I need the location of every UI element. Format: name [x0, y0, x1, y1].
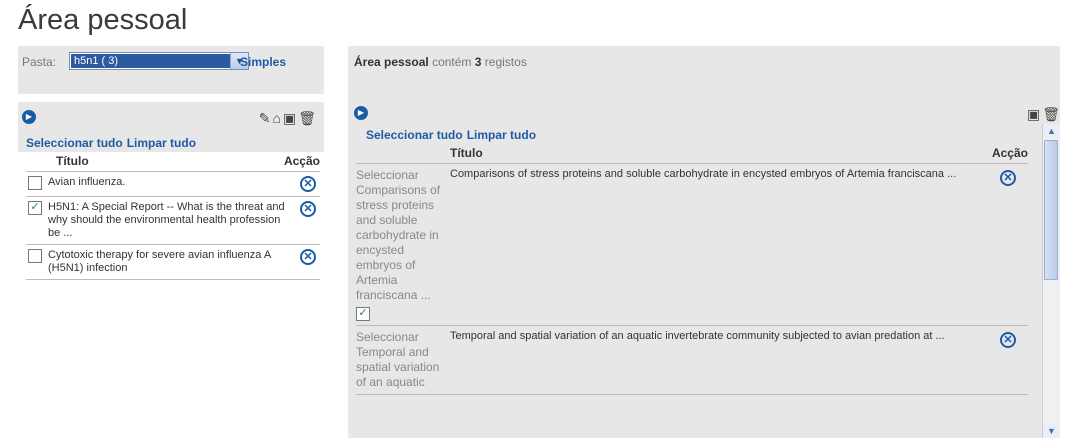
record-count: 3: [474, 55, 482, 69]
folder-select[interactable]: h5n1 ( 3) ▼: [69, 52, 249, 70]
selection-links: Seleccionar tudo Limpar tudo: [18, 132, 324, 152]
select-all-link[interactable]: Seleccionar tudo: [26, 136, 123, 150]
scroll-thumb[interactable]: [1044, 140, 1058, 280]
list-item: Avian influenza. ✕: [26, 172, 320, 197]
checkbox[interactable]: [28, 249, 42, 263]
simples-link[interactable]: Simples: [240, 55, 286, 69]
column-title: Título: [450, 146, 483, 160]
trash-icon[interactable]: 🗑: [1042, 106, 1062, 122]
folder-toolbar: Pasta: h5n1 ( 3) ▼ Simples: [18, 46, 324, 94]
remove-icon[interactable]: ✕: [1000, 170, 1016, 186]
page-title: Área pessoal: [18, 4, 188, 36]
checkbox[interactable]: [28, 176, 42, 190]
records-text: registos: [484, 55, 527, 69]
table-header: Título Acção: [356, 144, 1028, 164]
record-title[interactable]: Comparisons of stress proteins and solub…: [450, 168, 992, 321]
table-row: Seleccionar Temporal and spatial variati…: [356, 326, 1028, 395]
new-folder-icon[interactable]: ✎: [259, 110, 273, 126]
left-actions-bar: ▶ ✎⌂▣🗑: [18, 102, 324, 132]
contains-text: contém: [432, 55, 472, 69]
clear-all-link[interactable]: Limpar tudo: [127, 136, 196, 150]
vertical-scrollbar[interactable]: ▲ ▼: [1042, 124, 1060, 438]
remove-icon[interactable]: ✕: [300, 176, 316, 192]
checkbox-checked[interactable]: ✓: [356, 307, 370, 321]
save-icon[interactable]: ▣: [1027, 106, 1042, 122]
record-title[interactable]: Temporal and spatial variation of an aqu…: [450, 330, 992, 390]
column-title: Título: [56, 154, 89, 168]
item-title[interactable]: Avian influenza.: [48, 176, 286, 189]
save-icon[interactable]: ▣: [283, 110, 298, 126]
scroll-down-icon[interactable]: ▼: [1043, 424, 1060, 438]
clear-all-link[interactable]: Limpar tudo: [467, 128, 536, 142]
select-label: Seleccionar Comparisons of stress protei…: [356, 168, 441, 302]
table-header: Título Acção: [26, 152, 320, 172]
tool-icons: ✎⌂▣🗑: [259, 110, 318, 127]
trash-icon[interactable]: 🗑: [298, 110, 318, 126]
right-tool-icons: ▣🗑: [1027, 106, 1062, 123]
select-column: Seleccionar Temporal and spatial variati…: [356, 330, 450, 390]
select-column: Seleccionar Comparisons of stress protei…: [356, 168, 450, 321]
item-title[interactable]: H5N1: A Special Report -- What is the th…: [48, 201, 286, 240]
list-item: Cytotoxic therapy for severe avian influ…: [26, 245, 320, 280]
folder-panel: Pasta: h5n1 ( 3) ▼ Simples ▶ ✎⌂▣🗑 Selecc…: [18, 46, 324, 280]
records-panel: Área pessoal contém 3 registos ▶ ▣🗑 Sele…: [348, 46, 1060, 438]
remove-icon[interactable]: ✕: [1000, 332, 1016, 348]
column-action: Acção: [283, 154, 320, 168]
records-header: Área pessoal contém 3 registos: [348, 46, 1060, 102]
checkbox-checked[interactable]: ✓: [28, 201, 42, 215]
right-actions-bar: ▶ ▣🗑: [348, 102, 1060, 124]
tag-icon[interactable]: ⌂: [273, 110, 283, 126]
remove-icon[interactable]: ✕: [300, 201, 316, 217]
play-icon[interactable]: ▶: [22, 110, 36, 124]
scroll-up-icon[interactable]: ▲: [1043, 124, 1060, 138]
remove-icon[interactable]: ✕: [300, 249, 316, 265]
select-all-link[interactable]: Seleccionar tudo: [366, 128, 463, 142]
selection-links: Seleccionar tudo Limpar tudo: [348, 124, 1060, 144]
list-item: ✓ H5N1: A Special Report -- What is the …: [26, 197, 320, 245]
folder-select-value: h5n1 ( 3): [71, 54, 230, 68]
column-action: Acção: [991, 146, 1028, 160]
table-row: Seleccionar Comparisons of stress protei…: [356, 164, 1028, 326]
records-count: Área pessoal contém 3 registos: [354, 55, 527, 69]
area-label: Área pessoal: [354, 55, 429, 69]
item-title[interactable]: Cytotoxic therapy for severe avian influ…: [48, 249, 286, 275]
records-list: Seleccionar tudo Limpar tudo Título Acção…: [348, 124, 1060, 438]
select-label: Seleccionar Temporal and spatial variati…: [356, 330, 440, 389]
left-list: Seleccionar tudo Limpar tudo Título Acção…: [18, 132, 324, 280]
play-icon[interactable]: ▶: [354, 106, 368, 120]
pasta-label: Pasta:: [22, 55, 57, 69]
